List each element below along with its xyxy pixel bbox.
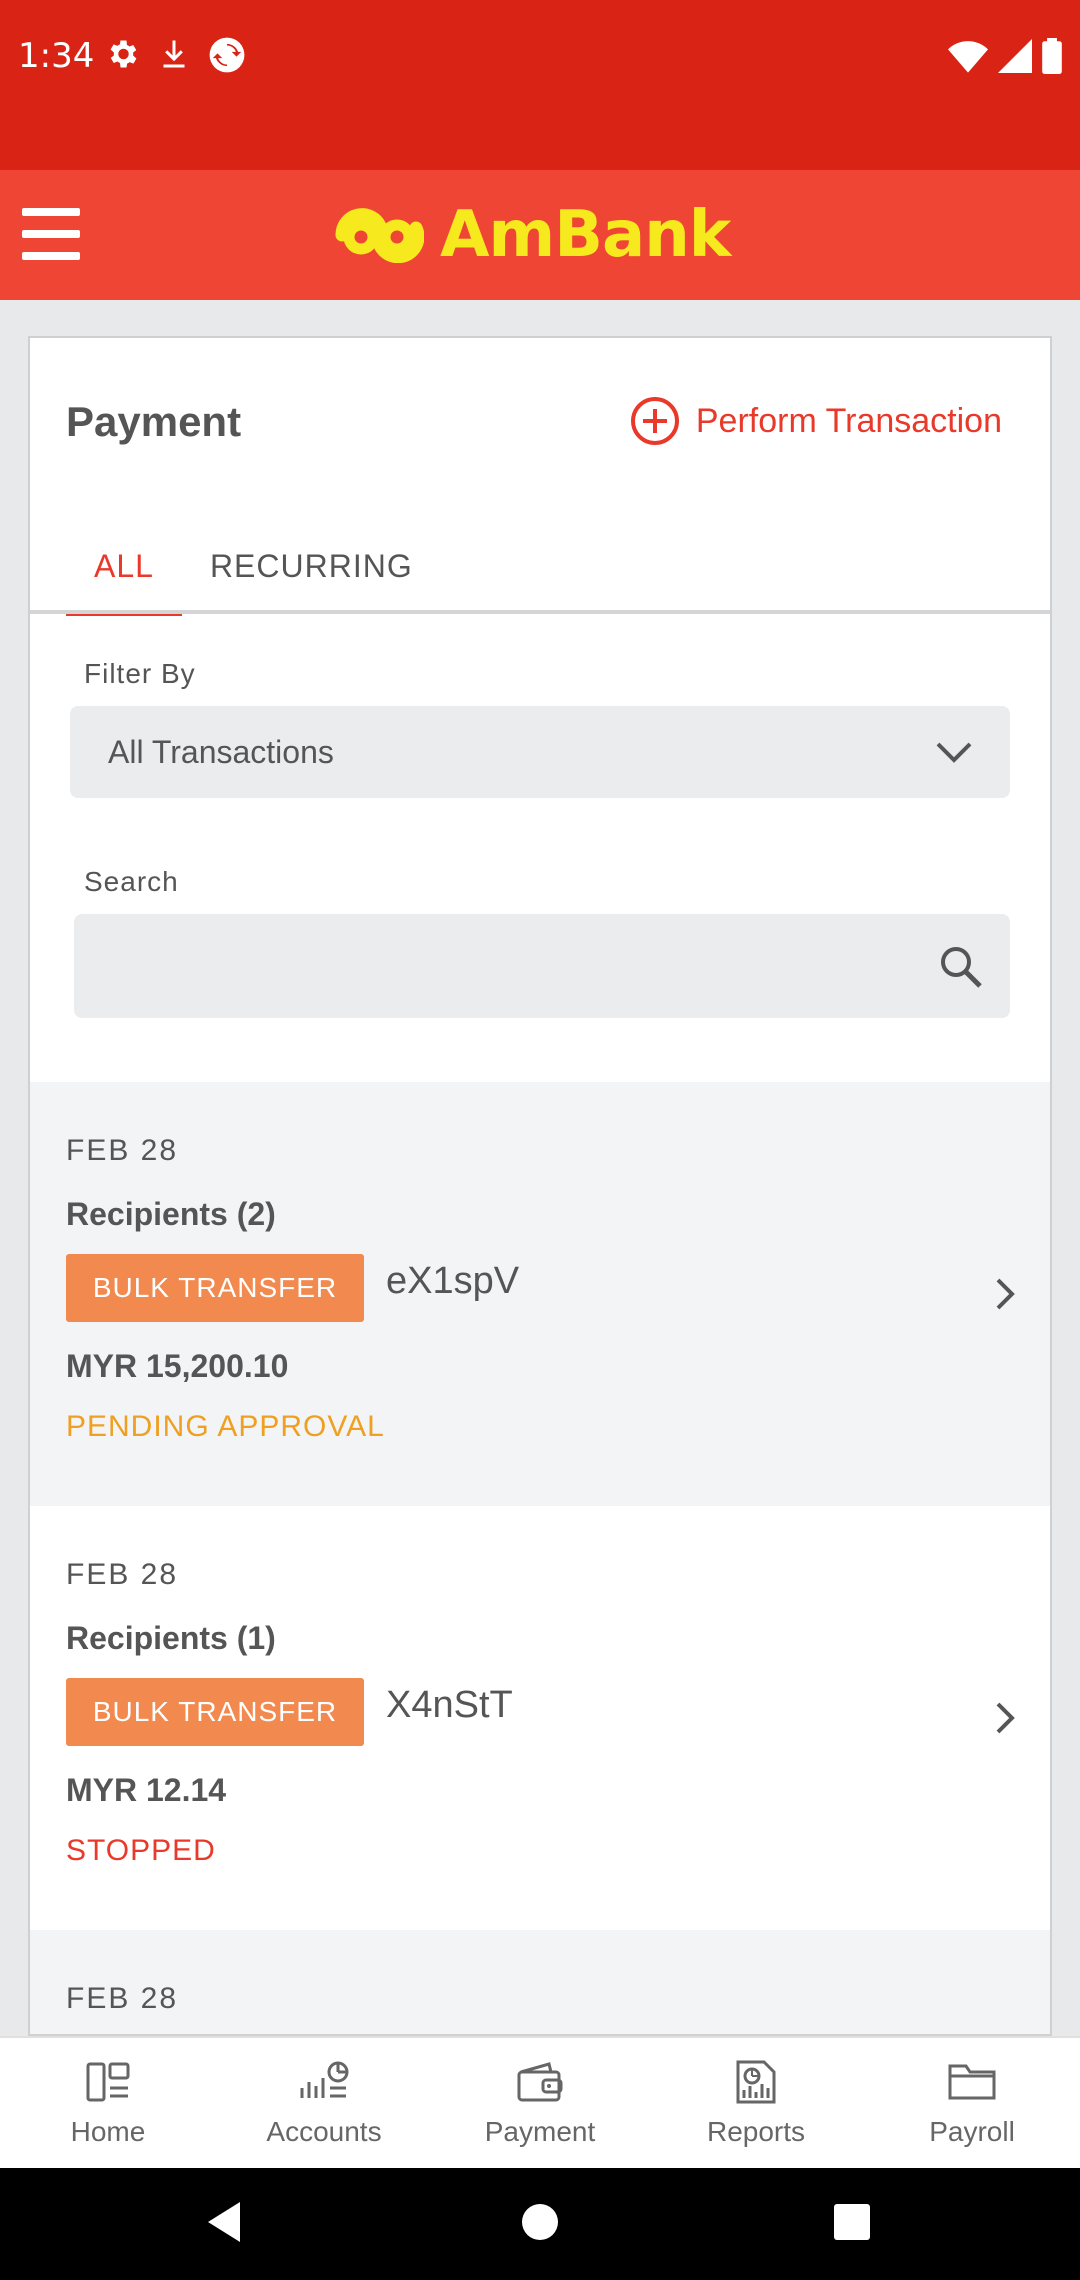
transaction-amount: MYR 15,200.10 [66, 1348, 289, 1384]
nav-reports[interactable]: Reports [648, 2038, 864, 2168]
transaction-status: STOPPED [66, 1834, 216, 1867]
status-time: 1:34 [18, 36, 95, 76]
nav-accounts-label: Accounts [266, 2116, 382, 2147]
transaction-recipients: Recipients (2) [66, 1196, 276, 1232]
tab-recurring[interactable]: RECURRING [182, 530, 441, 616]
sync-icon [208, 36, 248, 76]
nav-accounts[interactable]: Accounts [216, 2038, 432, 2168]
page-title: Payment [66, 398, 242, 445]
search-field [74, 914, 1010, 1018]
card-header: Payment Perform Transaction ALL RECURRIN… [30, 338, 1050, 618]
perform-transaction-button[interactable]: Perform Transaction [630, 396, 1002, 446]
app-header: AmBank [0, 170, 1080, 300]
signal-icon [998, 39, 1032, 73]
payment-card: Payment Perform Transaction ALL RECURRIN… [28, 336, 1052, 2036]
transaction-item[interactable]: FEB 28 Recipients (1) BULK TRANSFER X4nS… [30, 1506, 1050, 1930]
transaction-type-badge: BULK TRANSFER [66, 1254, 364, 1322]
search-icon[interactable] [936, 942, 986, 992]
brand-name: AmBank [440, 198, 731, 272]
battery-icon [1042, 38, 1062, 74]
status-bar: 1:34 [0, 0, 1080, 170]
download-icon [156, 36, 196, 76]
tab-divider [30, 610, 1050, 614]
filter-dropdown[interactable]: All Transactions [70, 706, 1010, 798]
transaction-item[interactable]: FEB 28 Recipients (2) BULK TRANSFER eX1s… [30, 1082, 1050, 1506]
nav-payment[interactable]: Payment [432, 2038, 648, 2168]
transaction-type-badge: BULK TRANSFER [66, 1678, 364, 1746]
transaction-item[interactable]: FEB 28 [30, 1930, 1050, 2034]
transaction-date: FEB 28 [66, 1982, 179, 2015]
nav-home-label: Home [70, 2116, 146, 2147]
transaction-recipients: Recipients (1) [66, 1620, 276, 1656]
chevron-right-icon [996, 1278, 1015, 1310]
chevron-down-icon [936, 742, 972, 763]
bottom-navigation: Home Accounts Payment Reports Payroll [0, 2036, 1080, 2168]
tab-bar: ALL RECURRING [66, 530, 441, 616]
chevron-right-icon [996, 1702, 1015, 1734]
accounts-icon [300, 2061, 349, 2098]
nav-reports-label: Reports [706, 2116, 806, 2147]
menu-hamburger-icon[interactable] [22, 208, 80, 260]
search-input[interactable] [74, 914, 924, 1018]
folder-icon [948, 2064, 996, 2100]
nav-payroll[interactable]: Payroll [864, 2038, 1080, 2168]
wallet-icon [517, 2062, 563, 2102]
ambank-logo: AmBank [334, 198, 731, 272]
nav-payroll-label: Payroll [929, 2116, 1015, 2147]
home-icon [86, 2062, 130, 2102]
settings-gear-icon [104, 36, 144, 76]
reports-icon [736, 2060, 776, 2104]
recents-square-icon[interactable] [832, 2198, 872, 2246]
home-circle-icon[interactable] [518, 2198, 562, 2246]
transaction-date: FEB 28 [66, 1558, 179, 1591]
filter-by-label: Filter By [84, 658, 196, 689]
filter-selected-value: All Transactions [108, 734, 334, 770]
system-navigation-bar [0, 2168, 1080, 2280]
search-label: Search [84, 866, 179, 897]
nav-payment-label: Payment [484, 2116, 596, 2147]
transaction-reference: X4nStT [386, 1684, 513, 1726]
add-circle-icon [630, 397, 679, 445]
nav-home[interactable]: Home [0, 2038, 216, 2168]
ambank-logo-mark-icon [335, 208, 424, 263]
transaction-reference: eX1spV [386, 1260, 520, 1302]
filter-section: Filter By All Transactions Search [30, 618, 1050, 1082]
perform-transaction-label: Perform Transaction [695, 401, 1002, 440]
transaction-amount: MYR 12.14 [66, 1772, 227, 1808]
tab-all[interactable]: ALL [66, 530, 182, 616]
transaction-status: PENDING APPROVAL [66, 1410, 385, 1443]
wifi-icon [948, 41, 988, 73]
back-icon[interactable] [204, 2198, 244, 2246]
transaction-date: FEB 28 [66, 1134, 179, 1167]
